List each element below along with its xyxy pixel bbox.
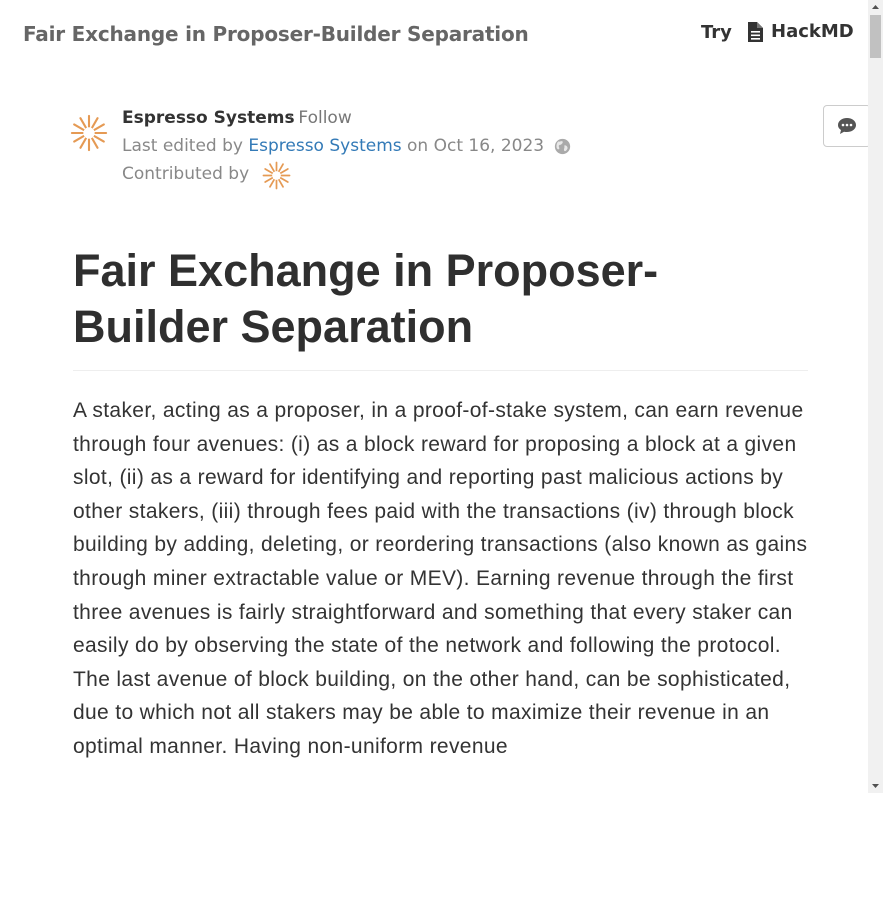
edited-prefix: Last edited by	[122, 136, 243, 156]
edited-by-link[interactable]: Espresso Systems	[248, 136, 401, 156]
edited-date: Oct 16, 2023	[433, 136, 545, 156]
author-avatar[interactable]	[70, 114, 108, 152]
separator-dot: ·	[288, 108, 294, 128]
author-name[interactable]: Espresso Systems	[122, 108, 295, 128]
scroll-up-arrow-icon[interactable]	[868, 0, 883, 15]
globe-icon	[554, 138, 571, 155]
top-bar: Fair Exchange in Proposer-Builder Separa…	[0, 0, 868, 70]
comment-button[interactable]	[823, 105, 871, 147]
scrollbar-thumb[interactable]	[870, 15, 881, 58]
hackmd-link[interactable]: HackMD	[747, 21, 854, 42]
follow-button[interactable]: · Follow	[288, 108, 352, 128]
vertical-scrollbar[interactable]	[868, 0, 883, 793]
last-edited-line: Last edited by Espresso Systems on Oct 1…	[122, 136, 544, 156]
hackmd-label: HackMD	[771, 21, 854, 42]
edited-on-prefix: on	[407, 136, 429, 156]
author-info: Espresso Systems · Follow Last edited by …	[70, 108, 630, 198]
document-title: Fair Exchange in Proposer-Builder Separa…	[23, 22, 529, 46]
article-title: Fair Exchange in Proposer-Builder Separa…	[73, 245, 659, 352]
follow-label: Follow	[298, 108, 352, 128]
try-link[interactable]: Try	[701, 22, 732, 43]
title-divider	[73, 370, 808, 371]
document-icon	[748, 21, 763, 42]
contributed-by-label: Contributed by	[122, 164, 250, 184]
article-paragraph: A staker, acting as a proposer, in a pro…	[73, 399, 808, 758]
contributor-avatar[interactable]	[262, 161, 291, 190]
comment-icon	[838, 118, 856, 134]
scroll-down-arrow-icon[interactable]	[868, 778, 883, 793]
page-viewport: Fair Exchange in Proposer-Builder Separa…	[0, 0, 868, 793]
